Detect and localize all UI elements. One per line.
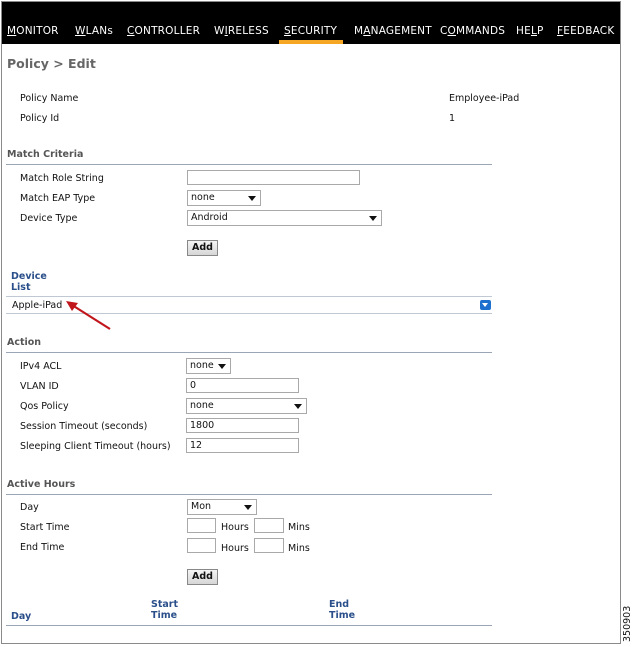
chevron-down-icon (248, 196, 256, 201)
chevron-down-icon (294, 404, 302, 409)
section-divider (6, 494, 492, 495)
section-divider (6, 352, 492, 353)
page-title: Policy > Edit (7, 56, 96, 71)
nav-security[interactable]: SECURITY (284, 25, 337, 37)
device-list-header-line1: Device (11, 271, 47, 282)
add-hours-button[interactable]: Add (187, 569, 218, 585)
match-criteria-heading: Match Criteria (7, 149, 84, 160)
red-arrow-icon (66, 301, 111, 330)
nav-monitor[interactable]: MONITOR (7, 25, 59, 37)
sleeping-timeout-input[interactable]: 12 (186, 438, 299, 453)
start-mins-input[interactable] (254, 518, 284, 533)
nav-commands[interactable]: COMMANDS (440, 25, 505, 37)
window-frame: MONITOR WLANs CONTROLLER WIRELESS SECURI… (1, 1, 621, 644)
chevron-down-icon (369, 216, 377, 221)
match-role-label: Match Role String (20, 173, 104, 184)
device-type-label: Device Type (20, 213, 78, 224)
qos-policy-select[interactable]: none (186, 398, 307, 414)
end-time-label: End Time (20, 542, 65, 553)
table-header-start-time: Start Time (151, 599, 179, 621)
nav-help[interactable]: HELP (516, 25, 544, 37)
nav-controller[interactable]: CONTROLLER (127, 25, 200, 37)
policy-id-value: 1 (449, 113, 456, 124)
ipv4-acl-select[interactable]: none (186, 358, 231, 374)
policy-name-value: Employee-iPad (449, 93, 520, 104)
chevron-down-icon (218, 364, 226, 369)
start-hours-input[interactable] (187, 518, 216, 533)
end-mins-input[interactable] (254, 538, 284, 553)
nav-wlans[interactable]: WLANs (75, 25, 113, 37)
device-list-header-line2: List (11, 282, 31, 293)
top-navigation-bar: MONITOR WLANs CONTROLLER WIRELESS SECURI… (2, 2, 620, 44)
qos-policy-label: Qos Policy (20, 401, 69, 412)
start-mins-label: Mins (288, 522, 310, 533)
action-heading: Action (7, 337, 42, 348)
add-device-button[interactable]: Add (187, 240, 218, 256)
policy-id-label: Policy Id (20, 113, 60, 124)
day-select[interactable]: Mon (187, 499, 257, 515)
chevron-down-icon (244, 505, 252, 510)
table-header-end-time: End Time (329, 599, 356, 621)
figure-number: 350903 (622, 605, 633, 642)
match-eap-select[interactable]: none (187, 190, 261, 206)
table-header-day: Day (11, 611, 32, 622)
vlan-id-label: VLAN ID (20, 381, 59, 392)
device-list-item: Apple-iPad (12, 300, 63, 311)
sleeping-timeout-label: Sleeping Client Timeout (hours) (20, 441, 171, 452)
session-timeout-input[interactable]: 1800 (186, 418, 299, 433)
end-mins-label: Mins (288, 543, 310, 554)
device-type-select[interactable]: Android (187, 210, 382, 226)
active-hours-heading: Active Hours (7, 479, 76, 490)
nav-feedback[interactable]: FEEDBACK (557, 25, 614, 37)
policy-name-label: Policy Name (20, 93, 79, 104)
end-hours-label: Hours (221, 543, 249, 554)
nav-management[interactable]: MANAGEMENT (354, 25, 432, 37)
day-label: Day (20, 502, 39, 513)
nav-active-indicator (279, 40, 343, 44)
table-header-divider (6, 625, 492, 626)
vlan-id-input[interactable]: 0 (186, 378, 299, 393)
device-list-header: Device List (11, 271, 47, 293)
end-hours-input[interactable] (187, 538, 216, 553)
start-time-label: Start Time (20, 522, 70, 533)
match-role-input[interactable] (187, 170, 360, 185)
nav-wireless[interactable]: WIRELESS (214, 25, 269, 37)
start-hours-label: Hours (221, 522, 249, 533)
match-eap-label: Match EAP Type (20, 193, 96, 204)
dropdown-menu-icon[interactable] (480, 300, 491, 310)
session-timeout-label: Session Timeout (seconds) (20, 421, 148, 432)
ipv4-acl-label: IPv4 ACL (20, 361, 62, 372)
section-divider (6, 164, 492, 165)
